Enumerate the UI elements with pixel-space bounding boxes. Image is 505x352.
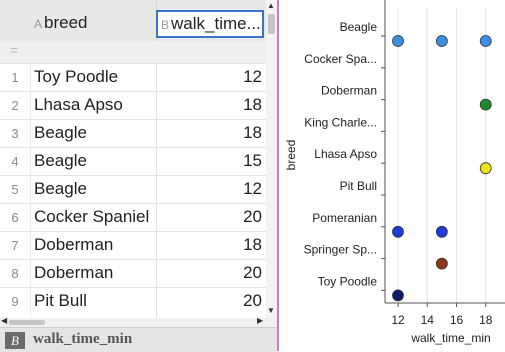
data-point — [479, 162, 492, 175]
formula-bar: B walk_time_min — [0, 327, 277, 352]
data-point — [435, 257, 448, 270]
y-tick-label: Toy Poodle — [318, 274, 378, 288]
walk-time-cell[interactable]: 15 — [156, 151, 262, 171]
row-number: 9 — [11, 294, 19, 309]
y-tick-label: Doberman — [321, 84, 377, 98]
walk-time-cell[interactable]: 12 — [156, 179, 262, 199]
y-axis-title: breed — [284, 140, 298, 171]
y-tick-label: Pomeranian — [312, 211, 377, 225]
dot-plot: Beagle Cocker Spa... Doberman King Charle..… — [279, 0, 505, 351]
dot-plot-svg: Beagle Cocker Spa... Doberman King Charle..… — [284, 0, 505, 345]
row-number: 8 — [11, 266, 19, 281]
column-name-label: walk_time_min — [33, 331, 133, 347]
vertical-scrollbar[interactable] — [266, 0, 277, 318]
walk-time-cell[interactable]: 18 — [156, 235, 262, 255]
spreadsheet: Abreed Bwalk_time... = 1 Toy Poodle 12 2 Lha… — [0, 0, 277, 352]
breed-cell[interactable]: Beagle — [34, 151, 87, 171]
data-point — [479, 98, 492, 111]
column-a-header[interactable]: Abreed — [30, 0, 157, 41]
y-tick-label: Cocker Spa... — [304, 52, 377, 66]
formula-row[interactable]: = — [0, 41, 266, 63]
table-row[interactable]: 7 Doberman 18 — [0, 231, 266, 260]
walk-time-cell[interactable]: 20 — [156, 291, 262, 311]
walk-time-cell[interactable]: 20 — [156, 207, 262, 227]
y-tick-label: King Charle... — [304, 115, 377, 129]
table-row[interactable]: 3 Beagle 18 — [0, 119, 266, 148]
x-tick-label: 14 — [421, 313, 435, 327]
y-tick-label: Beagle — [340, 20, 378, 34]
x-axis-title: walk_time_min — [410, 331, 490, 345]
row-number: 5 — [11, 182, 19, 197]
data-point — [435, 35, 448, 47]
column-b-letter: B — [161, 18, 170, 32]
breed-cell[interactable]: Cocker Spaniel — [34, 207, 149, 227]
walk-time-cell[interactable]: 12 — [156, 67, 262, 87]
table-row[interactable]: 2 Lhasa Apso 18 — [0, 91, 266, 120]
row-number: 7 — [11, 238, 19, 253]
vertical-scroll-thumb[interactable] — [268, 14, 275, 34]
y-tick-label: Springer Sp... — [304, 243, 377, 257]
row-number: 3 — [11, 126, 19, 141]
x-tick-label: 18 — [479, 313, 493, 327]
x-tick-label: 16 — [450, 313, 464, 327]
walk-time-cell[interactable]: 18 — [156, 95, 262, 115]
data-point — [392, 225, 404, 238]
walk-time-cell[interactable]: 18 — [156, 123, 262, 143]
table-row[interactable]: 6 Cocker Spaniel 20 — [0, 203, 266, 232]
data-point — [392, 35, 404, 47]
breed-cell[interactable]: Beagle — [34, 123, 87, 143]
y-tick-label: Pit Bull — [340, 179, 377, 193]
y-tick-label: Lhasa Apso — [314, 147, 377, 161]
scroll-up-icon[interactable]: ▲ — [267, 1, 275, 10]
table-row[interactable]: 5 Beagle 12 — [0, 175, 266, 204]
table-row[interactable]: 8 Doberman 20 — [0, 259, 266, 288]
data-point — [479, 35, 492, 47]
breed-cell[interactable]: Pit Bull — [34, 291, 87, 311]
table-row[interactable]: 1 Toy Poodle 12 — [0, 63, 266, 92]
column-a-letter: A — [34, 17, 43, 31]
x-tick-label: 12 — [391, 313, 405, 327]
row-number: 4 — [11, 154, 19, 169]
breed-cell[interactable]: Toy Poodle — [34, 67, 118, 87]
formula-symbol: = — [10, 42, 19, 58]
row-number: 2 — [11, 98, 19, 113]
table-row[interactable]: 9 Pit Bull 20 — [0, 287, 266, 316]
breed-cell[interactable]: Lhasa Apso — [34, 95, 123, 115]
breed-cell[interactable]: Beagle — [34, 179, 87, 199]
row-number: 6 — [11, 210, 19, 225]
scroll-right-icon[interactable]: ▶ — [257, 316, 263, 325]
column-badge: B — [5, 332, 25, 349]
data-point — [392, 289, 404, 302]
column-b-name: walk_time... — [171, 14, 261, 33]
row-number: 1 — [11, 70, 19, 85]
column-a-name: breed — [44, 13, 88, 32]
table-row[interactable]: 4 Beagle 15 — [0, 147, 266, 176]
breed-cell[interactable]: Doberman — [34, 263, 113, 283]
walk-time-cell[interactable]: 20 — [156, 263, 262, 283]
data-point — [435, 225, 448, 238]
scroll-down-icon[interactable]: ▼ — [267, 306, 275, 315]
column-b-header[interactable]: Bwalk_time... — [156, 10, 264, 38]
horizontal-scroll-thumb[interactable] — [9, 320, 45, 325]
scroll-left-icon[interactable]: ◀ — [1, 316, 7, 325]
breed-cell[interactable]: Doberman — [34, 235, 113, 255]
